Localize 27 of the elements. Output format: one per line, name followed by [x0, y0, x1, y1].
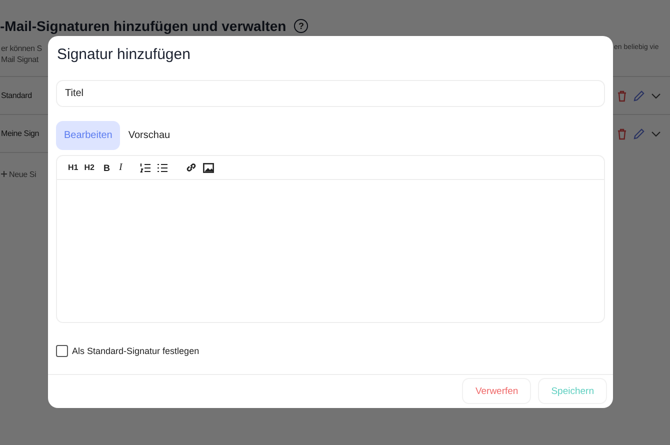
dialog-title: Signatur hinzufügen: [56, 46, 192, 65]
bold-button[interactable]: B: [103, 162, 110, 172]
description-text: Mail Signat: [0, 55, 40, 64]
chevron-down-icon[interactable]: [651, 130, 661, 136]
page-title: -Mail-Signaturen hinzufügen und verwalten: [0, 18, 286, 34]
title-input[interactable]: Titel: [56, 80, 605, 107]
checkbox[interactable]: [56, 345, 68, 357]
chevron-down-icon[interactable]: [651, 92, 661, 98]
link-icon[interactable]: [186, 162, 198, 173]
pencil-icon[interactable]: [633, 90, 645, 102]
numbered-list-icon[interactable]: [140, 162, 152, 172]
heading-button[interactable]: H2: [84, 163, 94, 172]
help-icon[interactable]: ?: [294, 19, 308, 33]
italic-button[interactable]: I: [118, 162, 122, 173]
pencil-icon[interactable]: [633, 128, 645, 140]
heading-button[interactable]: H1: [68, 163, 78, 172]
description-text: er können S: [0, 44, 43, 53]
trash-icon[interactable]: [617, 90, 627, 102]
rich-text-editor[interactable]: H1 H2 B I: [56, 155, 605, 323]
bullet-list-icon[interactable]: [157, 162, 168, 172]
plus-icon: [1, 170, 7, 176]
trash-icon[interactable]: [617, 128, 627, 140]
checkbox-label: Als Standard-Signatur festlegen: [72, 346, 200, 356]
image-icon[interactable]: [203, 162, 214, 172]
signature-name: Standard: [0, 91, 32, 100]
signature-name: Meine Sign: [0, 129, 40, 138]
tab[interactable]: Vorschau: [120, 121, 178, 150]
